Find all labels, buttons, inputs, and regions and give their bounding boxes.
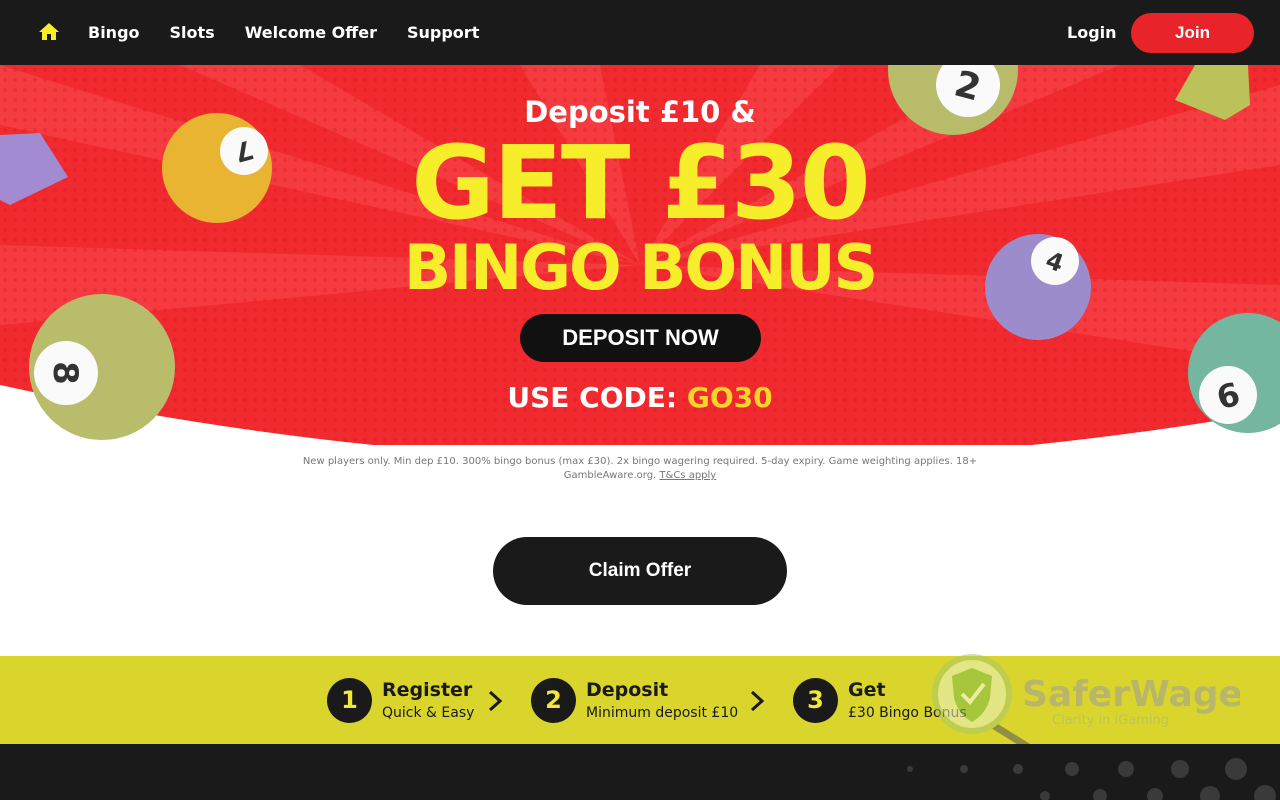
top-nav: Bingo Slots Welcome Offer Support Login …	[0, 0, 1280, 65]
deposit-now-button[interactable]: DEPOSIT NOW	[520, 314, 761, 362]
promo-code: USE CODE: GO30	[0, 381, 1280, 414]
saferwager-watermark: SaferWager Clarity in iGaming	[932, 654, 1240, 752]
footer	[0, 744, 1280, 800]
claim-offer-button[interactable]: Claim Offer	[493, 537, 787, 605]
step-number: 2	[531, 678, 576, 723]
nav-link-slots[interactable]: Slots	[170, 23, 215, 42]
step-number: 1	[327, 678, 372, 723]
nav-link-bingo[interactable]: Bingo	[88, 23, 140, 42]
watermark-name: SaferWager	[1022, 674, 1240, 715]
hero-line-get-amount: GET £30	[411, 124, 870, 243]
home-icon[interactable]	[38, 22, 60, 42]
nav-link-support[interactable]: Support	[407, 23, 479, 42]
hero-line-bingo-bonus: BINGO BONUS	[403, 231, 878, 304]
bingo-ball-8: 8	[29, 294, 175, 440]
join-button[interactable]: Join	[1131, 13, 1254, 53]
terms-text: New players only. Min dep £10. 300% bing…	[280, 455, 1000, 483]
step-title: Get	[848, 679, 886, 701]
step-description: Minimum deposit £10	[586, 705, 739, 721]
step-title: Deposit	[586, 679, 669, 701]
chevron-right-icon	[488, 690, 503, 712]
hero-banner: 7 2 4 8 6 Deposit £10 & GET £30 BINGO BO…	[0, 65, 1280, 445]
footer-dot-pattern	[907, 758, 1276, 800]
promo-code-label: USE CODE:	[507, 381, 678, 414]
promo-code-value: GO30	[686, 381, 773, 414]
step-description: Quick & Easy	[382, 705, 475, 721]
watermark-tagline: Clarity in iGaming	[1052, 713, 1169, 728]
login-link[interactable]: Login	[1067, 23, 1117, 42]
terms-body: New players only. Min dep £10. 300% bing…	[302, 456, 978, 481]
step-number: 3	[793, 678, 838, 723]
nav-link-welcome-offer[interactable]: Welcome Offer	[245, 23, 377, 42]
nav-links: Bingo Slots Welcome Offer Support	[88, 0, 479, 65]
terms-link[interactable]: T&Cs apply	[659, 470, 716, 481]
step-title: Register	[382, 679, 473, 701]
chevron-right-icon	[750, 690, 765, 712]
